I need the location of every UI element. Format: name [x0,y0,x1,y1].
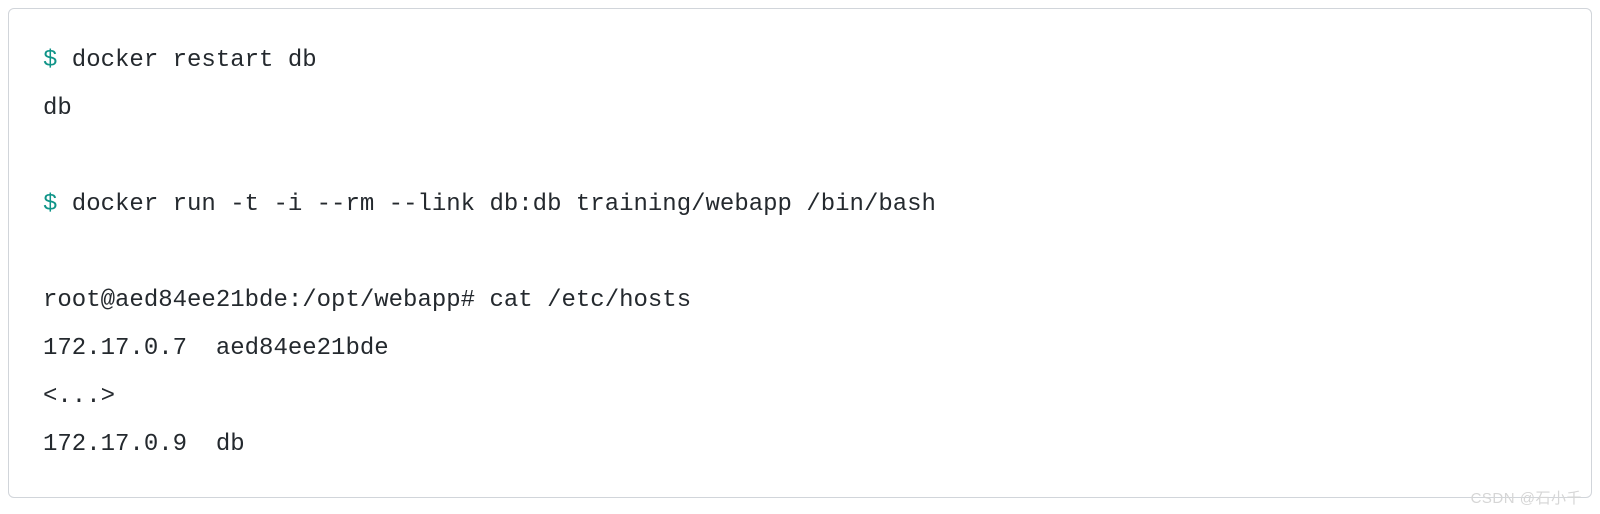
shell-prompt: $ [43,47,57,74]
output-line: <...> [43,383,115,410]
output-line: root@aed84ee21bde:/opt/webapp# cat /etc/… [43,287,691,314]
shell-prompt: $ [43,191,57,218]
code-block: $ docker restart db db $ docker run -t -… [8,8,1592,498]
output-line: 172.17.0.9 db [43,431,245,458]
watermark-text: CSDN @石小千 [1471,487,1582,508]
command-text: docker run -t -i --rm --link db:db train… [57,191,936,218]
output-line: 172.17.0.7 aed84ee21bde [43,335,389,362]
output-line: db [43,95,72,122]
command-text: docker restart db [57,47,316,74]
